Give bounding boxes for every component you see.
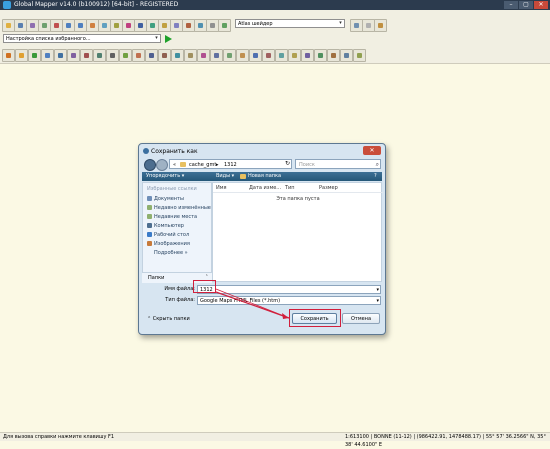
annotation-arrow: [215, 288, 290, 319]
status-coordinates: 1:613100 | BONNE (11-12) | (986422.91, 1…: [345, 434, 546, 448]
